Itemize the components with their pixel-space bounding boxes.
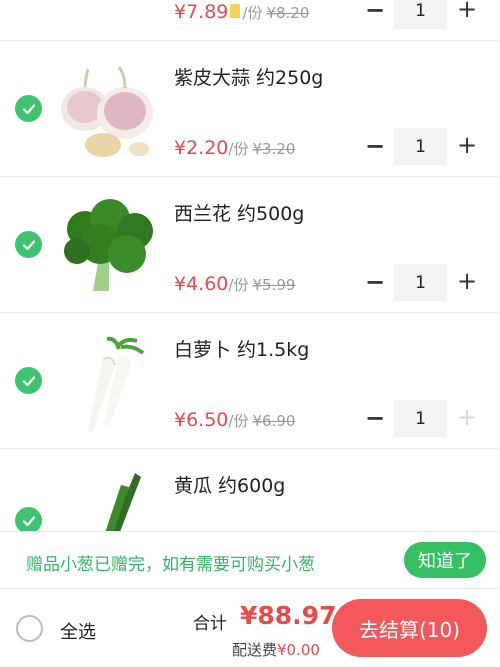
cart-item[interactable]: ¥7.89 /份 ¥8.20 − 1 + (0, 0, 500, 41)
cart-item[interactable]: 白萝卜 约1.5kg ¥6.50 /份 ¥6.90 − 1 + (0, 313, 500, 449)
check-icon (22, 103, 35, 114)
item-price: ¥4.60 (174, 273, 229, 295)
cart-item[interactable]: 西兰花 约500g ¥4.60 /份 ¥5.99 − 1 + (0, 177, 500, 313)
increase-quantity-button-disabled[interactable]: + (455, 405, 479, 429)
item-name[interactable]: 白萝卜 约1.5kg (174, 335, 309, 362)
decrease-quantity-button[interactable]: − (363, 0, 387, 23)
item-checkbox-checked[interactable] (15, 507, 42, 534)
item-name[interactable]: 西兰花 约500g (174, 199, 304, 226)
increase-quantity-button[interactable]: + (455, 0, 479, 21)
item-checkbox-checked[interactable] (15, 95, 42, 122)
quantity-input[interactable]: 1 (394, 0, 447, 29)
cart-item-list: ¥7.89 /份 ¥8.20 − 1 + 紫皮大蒜 约250g ¥2.20 /份… (0, 0, 500, 585)
decrease-quantity-button[interactable]: − (363, 406, 387, 431)
broccoli-image[interactable] (55, 199, 160, 299)
item-price-row: ¥4.60 /份 ¥5.99 (174, 273, 295, 295)
item-original-price: ¥8.20 (266, 4, 310, 22)
radish-image[interactable] (55, 335, 160, 435)
total-amount: ¥88.97 (240, 601, 337, 630)
item-unit: /份 (228, 140, 249, 158)
item-checkbox-checked[interactable] (15, 367, 42, 394)
checkout-bar: 全选 合计 ¥88.97 配送费¥0.00 去结算(10) (0, 588, 500, 667)
item-original-price: ¥6.90 (252, 412, 296, 430)
select-all-checkbox[interactable] (16, 615, 43, 642)
quantity-input[interactable]: 1 (394, 400, 447, 437)
item-unit: /份 (228, 412, 249, 430)
checkout-button[interactable]: 去结算(10) (332, 599, 487, 657)
item-original-price: ¥3.20 (252, 140, 296, 158)
garlic-image[interactable] (55, 63, 160, 163)
increase-quantity-button[interactable]: + (455, 269, 479, 293)
check-icon (22, 239, 35, 250)
check-icon (22, 375, 35, 386)
shipping-fee-label: 配送费 (232, 641, 278, 659)
cart-item[interactable]: 紫皮大蒜 约250g ¥2.20 /份 ¥3.20 − 1 + (0, 41, 500, 177)
total-label: 合计 (193, 614, 227, 634)
item-price-row: ¥2.20 /份 ¥3.20 (174, 137, 295, 159)
quantity-input[interactable]: 1 (394, 128, 447, 165)
quantity-input[interactable]: 1 (394, 264, 447, 301)
check-icon (22, 515, 35, 526)
select-all-label[interactable]: 全选 (60, 618, 96, 644)
item-price: ¥2.20 (174, 137, 229, 159)
item-unit: /份 (228, 276, 249, 294)
got-it-button[interactable]: 知道了 (404, 542, 486, 578)
item-price: ¥6.50 (174, 409, 229, 431)
item-price-row: ¥6.50 /份 ¥6.90 (174, 409, 295, 431)
item-price-row: ¥7.89 /份 ¥8.20 (174, 1, 309, 23)
gift-notice-text: 赠品小葱已赠完，如有需要可购买小葱 (26, 555, 315, 575)
item-name[interactable]: 黄瓜 约600g (174, 471, 285, 498)
increase-quantity-button[interactable]: + (455, 133, 479, 157)
gift-notice-bar: 赠品小葱已赠完，如有需要可购买小葱 知道了 (0, 531, 500, 588)
item-original-price: ¥5.99 (252, 276, 296, 294)
shipping-fee-value: ¥0.00 (277, 641, 320, 659)
item-checkbox-checked[interactable] (15, 231, 42, 258)
decrease-quantity-button[interactable]: − (363, 134, 387, 159)
item-price: ¥7.89 (174, 1, 229, 23)
decrease-quantity-button[interactable]: − (363, 270, 387, 295)
item-unit: /份 (242, 4, 263, 22)
shipping-fee: 配送费¥0.00 (232, 639, 320, 660)
item-name[interactable]: 紫皮大蒜 约250g (174, 63, 323, 90)
coupon-icon (230, 4, 241, 18)
